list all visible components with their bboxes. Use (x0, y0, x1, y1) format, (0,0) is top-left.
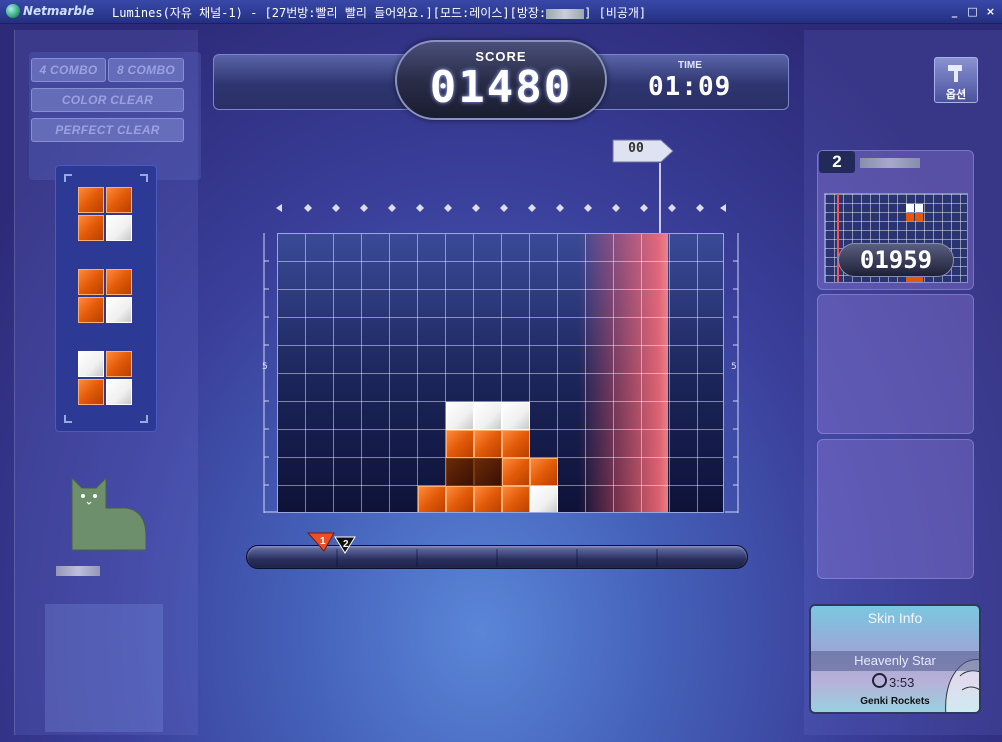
block-cell-orange (78, 269, 104, 295)
time-label: TIME (678, 60, 702, 71)
skin-name: Heavenly Star (811, 651, 979, 671)
options-button[interactable]: 옵션 (934, 57, 978, 103)
block-cell-orange (106, 187, 132, 213)
board-cell-orange (474, 486, 502, 512)
next-block-1 (78, 187, 134, 243)
board-cell-marked (474, 458, 502, 486)
frame-corner (140, 174, 148, 182)
skin-info-panel[interactable]: Skin Info Heavenly Star 3:53 Genki Rocke… (809, 604, 981, 714)
mini-cell-orange (906, 213, 914, 221)
hammer-icon (948, 65, 962, 82)
opponent-rank: 2 (819, 151, 855, 173)
avatar-backdrop (45, 604, 163, 732)
skin-artist: Genki Rockets (860, 696, 930, 707)
block-cell-orange (106, 351, 132, 377)
board-cell-orange (446, 486, 474, 512)
board-cell-marked (446, 458, 474, 486)
player-1-position-flag: 1 (306, 532, 335, 552)
player-2-position-flag: 2 (334, 536, 356, 554)
mini-cell-white (915, 204, 923, 212)
redacted-opponent-name (860, 158, 920, 168)
maximize-button[interactable]: □ (966, 5, 979, 18)
netmarble-logo: Netmarble (6, 4, 94, 18)
block-cell-white (106, 215, 132, 241)
combo-8-indicator: 8 COMBO (108, 58, 184, 82)
block-cell-white (106, 297, 132, 323)
frame-corner (140, 415, 148, 423)
opponent-score: 01959 (838, 243, 954, 277)
options-button-label: 옵션 (945, 88, 967, 101)
mini-sweep-line (837, 194, 839, 282)
mini-cell-white (906, 204, 914, 212)
perfect-clear-indicator: PERFECT CLEAR (31, 118, 184, 142)
board-side-label-left: 5 (262, 362, 268, 372)
column-indicator-dots (276, 204, 726, 212)
game-board (277, 233, 724, 513)
window-title-suffix: ] [비공개] (584, 6, 647, 20)
block-cell-orange (78, 215, 104, 241)
board-cell-orange (446, 430, 474, 458)
redacted-host-name (546, 8, 585, 19)
board-cell-white (474, 402, 502, 430)
board-cell-white (530, 486, 558, 512)
block-cell-white (78, 351, 104, 377)
minimize-button[interactable]: _ (948, 5, 961, 18)
player-1-badge: 1 (320, 536, 326, 547)
combo-4-indicator: 4 COMBO (31, 58, 106, 82)
time-value: 01:09 (648, 72, 732, 102)
redacted-player-name (56, 566, 100, 576)
mini-cell-orange (906, 276, 923, 282)
board-cell-orange (418, 486, 446, 512)
block-cell-orange (78, 187, 104, 213)
window-title-text: Lumines(자유 채널-1) - [27번방:빨리 빨리 들어와요.][모드… (112, 6, 547, 20)
color-clear-indicator: COLOR CLEAR (31, 88, 184, 112)
block-cell-orange (78, 297, 104, 323)
player-avatar-cat (71, 478, 146, 551)
next-block-3 (78, 351, 134, 407)
board-cell-white (446, 402, 474, 430)
next-blocks-queue (55, 165, 157, 432)
board-cell-orange (502, 486, 530, 512)
board-cell-orange (502, 430, 530, 458)
block-cell-orange (106, 269, 132, 295)
skin-info-title: Skin Info (867, 610, 923, 626)
title-bar[interactable]: Netmarble Lumines(자유 채널-1) - [27번방:빨리 빨리… (0, 0, 1002, 24)
board-cell-white (502, 402, 530, 430)
board-cell-orange (502, 458, 530, 486)
close-button[interactable]: × (984, 5, 997, 18)
app-name: Netmarble (23, 4, 95, 18)
mini-cell-orange (915, 213, 923, 221)
block-cell-white (106, 379, 132, 405)
frame-corner (64, 174, 72, 182)
opponent-slot-3-empty (817, 439, 974, 579)
frame-corner (64, 415, 72, 423)
skin-duration: 3:53 (889, 675, 915, 690)
player-2-badge: 2 (343, 539, 349, 550)
globe-icon (6, 4, 20, 18)
game-window: Netmarble Lumines(자유 채널-1) - [27번방:빨리 빨리… (0, 0, 1002, 742)
board-cell-orange (474, 430, 502, 458)
clock-icon (872, 673, 887, 688)
opponent-slot-2-empty (817, 294, 974, 434)
block-cell-orange (78, 379, 104, 405)
next-block-2 (78, 269, 134, 325)
board-cell-orange (530, 458, 558, 486)
board-side-label-right: 5 (731, 362, 737, 372)
window-title: Lumines(자유 채널-1) - [27번방:빨리 빨리 들어와요.][모드… (112, 4, 646, 21)
timeline-marker-count: 00 (628, 141, 644, 156)
score-display: SCORE 01480 (395, 40, 607, 120)
score-value: 01480 (429, 62, 573, 113)
